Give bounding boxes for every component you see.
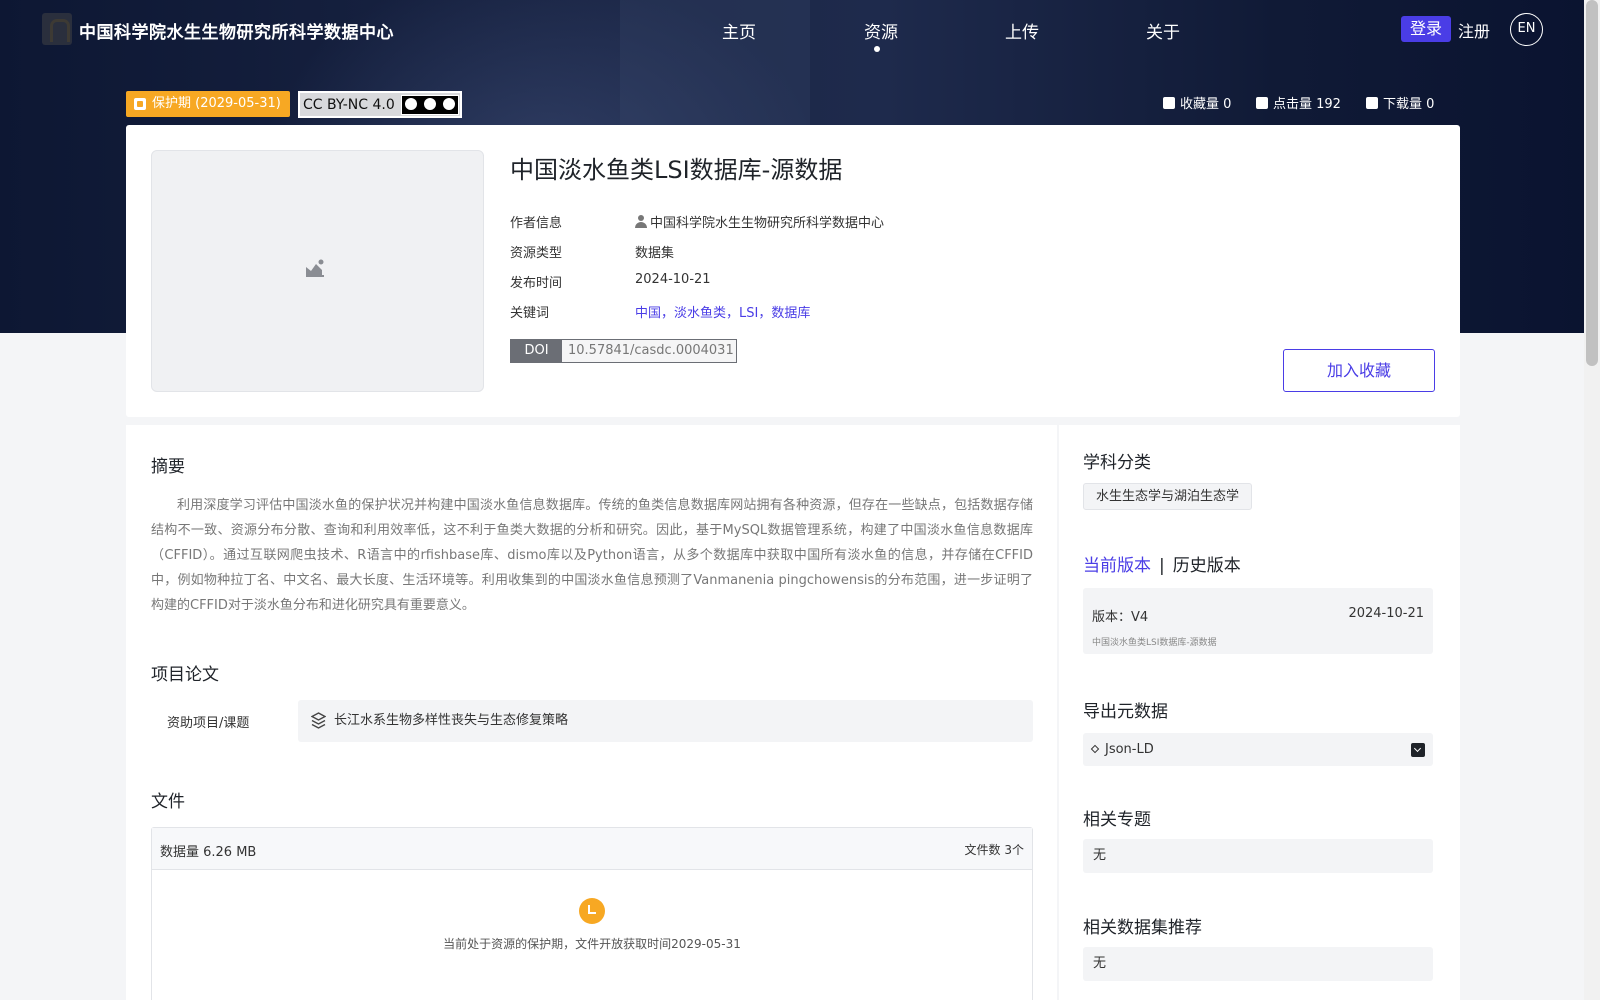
- export-format-select[interactable]: Json-LD: [1083, 733, 1433, 766]
- nav-active-indicator: [874, 46, 880, 52]
- abstract-title: 摘要: [151, 457, 185, 477]
- bookmark-icon: [1163, 96, 1175, 109]
- protection-badge-label: 保护期 (2029-05-31): [152, 96, 281, 111]
- author-label: 作者信息: [510, 216, 563, 231]
- scrollbar-thumb[interactable]: [1586, 0, 1598, 366]
- page-scrollbar[interactable]: [1584, 0, 1600, 1000]
- protection-badge: 保护期 (2029-05-31): [126, 91, 290, 117]
- site-logo[interactable]: [42, 13, 72, 45]
- version-tabs: 当前版本 | 历史版本: [1083, 551, 1241, 576]
- type-value: 数据集: [635, 246, 675, 261]
- related-datasets-title: 相关数据集推荐: [1083, 918, 1202, 938]
- files-panel: 数据量 6.26 MB 文件数 3个 当前处于资源的保护期，文件开放获取时间20…: [151, 827, 1033, 1000]
- downloads-stat: 下载量 0: [1366, 93, 1434, 112]
- favorites-stat: 收藏量 0: [1163, 93, 1231, 112]
- files-title: 文件: [151, 792, 185, 812]
- views-count: 点击量 192: [1273, 97, 1341, 112]
- type-label: 资源类型: [510, 246, 563, 261]
- login-button[interactable]: 登录: [1401, 16, 1451, 42]
- version-name: 中国淡水鱼类LSI数据库-源数据: [1092, 638, 1217, 648]
- nav-upload[interactable]: 上传: [1005, 18, 1039, 43]
- subject-tag[interactable]: 水生生态学与湖泊生态学: [1083, 483, 1253, 510]
- dataset-title: 中国淡水鱼类LSI数据库-源数据: [510, 156, 843, 184]
- keywords-label: 关键词: [510, 306, 550, 321]
- top-nav: 中国科学院水生生物研究所科学数据中心 主页 资源 上传 关于 登录 注册 EN: [0, 0, 1584, 58]
- date-value: 2024-10-21: [635, 272, 711, 287]
- site-title[interactable]: 中国科学院水生生物研究所科学数据中心: [79, 18, 394, 43]
- download-icon: [1366, 96, 1378, 109]
- topics-value: 无: [1083, 839, 1433, 873]
- downloads-count: 下载量 0: [1383, 97, 1435, 112]
- views-stat: 点击量 192: [1256, 93, 1341, 112]
- funding-value-box[interactable]: 长江水系生物多样性丧失与生态修复策略: [298, 700, 1033, 742]
- main-content: 摘要 利用深度学习评估中国淡水鱼的保护状况并构建中国淡水鱼信息数据库。传统的鱼类…: [126, 425, 1057, 1000]
- files-header: 数据量 6.26 MB 文件数 3个: [152, 828, 1032, 870]
- eye-icon: [1256, 96, 1268, 109]
- shield-icon: [134, 98, 146, 110]
- abstract-text: 利用深度学习评估中国淡水鱼的保护状况并构建中国淡水鱼信息数据库。传统的鱼类信息数…: [151, 498, 1033, 613]
- tab-current-version[interactable]: 当前版本: [1083, 556, 1151, 576]
- export-title: 导出元数据: [1083, 702, 1168, 722]
- layers-icon: [311, 712, 326, 729]
- files-size: 数据量 6.26 MB: [160, 845, 257, 860]
- funding-label: 资助项目/课题: [167, 716, 250, 731]
- doi-value: 10.57841/casdc.0004031: [562, 340, 736, 362]
- export-format-value: Json-LD: [1105, 742, 1154, 757]
- cc-license-icon: [400, 94, 459, 115]
- subject-title: 学科分类: [1083, 453, 1151, 473]
- version-date: 2024-10-21: [1348, 606, 1424, 621]
- nav-about[interactable]: 关于: [1146, 18, 1180, 43]
- dataset-info-card: 中国淡水鱼类LSI数据库-源数据 作者信息 中国科学院水生生物研究所科学数据中心…: [126, 125, 1460, 417]
- nav-resources[interactable]: 资源: [864, 18, 898, 43]
- sidebar: 学科分类 水生生态学与湖泊生态学 当前版本 | 历史版本 版本：V4 2024-10…: [1059, 425, 1460, 1000]
- license-badge[interactable]: CC BY-NC 4.0: [298, 91, 462, 118]
- files-count: 文件数 3个: [964, 843, 1024, 857]
- nav-home[interactable]: 主页: [722, 18, 756, 43]
- diamond-icon: [1090, 744, 1100, 754]
- version-card[interactable]: 版本：V4 2024-10-21 中国淡水鱼类LSI数据库-源数据: [1083, 588, 1433, 654]
- user-icon: [635, 215, 647, 228]
- date-label: 发布时间: [510, 276, 563, 291]
- download-icon[interactable]: [1411, 743, 1425, 757]
- license-label: CC BY-NC 4.0: [303, 96, 395, 113]
- tab-separator: |: [1159, 556, 1165, 576]
- funding-value: 长江水系生物多样性丧失与生态修复策略: [334, 713, 569, 728]
- related-datasets-value: 无: [1083, 947, 1433, 981]
- favorites-count: 收藏量 0: [1180, 97, 1232, 112]
- language-toggle[interactable]: EN: [1510, 13, 1543, 46]
- keywords-value[interactable]: 中国，淡水鱼类，LSI，数据库: [635, 302, 810, 321]
- clock-icon: [579, 898, 605, 924]
- author-name: 中国科学院水生生物研究所科学数据中心: [650, 216, 885, 231]
- funding-row: 资助项目/课题 长江水系生物多样性丧失与生态修复策略: [151, 700, 1033, 742]
- add-favorite-button[interactable]: 加入收藏: [1283, 349, 1435, 392]
- dataset-thumbnail: [151, 150, 484, 392]
- register-link[interactable]: 注册: [1458, 18, 1490, 42]
- protection-message: 当前处于资源的保护期，文件开放获取时间2029-05-31: [443, 937, 741, 951]
- project-title: 项目论文: [151, 665, 219, 685]
- doi-label: DOI: [511, 340, 562, 362]
- doi-badge[interactable]: DOI 10.57841/casdc.0004031: [510, 339, 737, 363]
- topics-title: 相关专题: [1083, 810, 1151, 830]
- author-value: 中国科学院水生生物研究所科学数据中心: [635, 212, 884, 231]
- tab-history-version[interactable]: 历史版本: [1173, 556, 1241, 576]
- image-placeholder-icon: [306, 259, 324, 277]
- version-number: 版本：V4: [1092, 610, 1149, 625]
